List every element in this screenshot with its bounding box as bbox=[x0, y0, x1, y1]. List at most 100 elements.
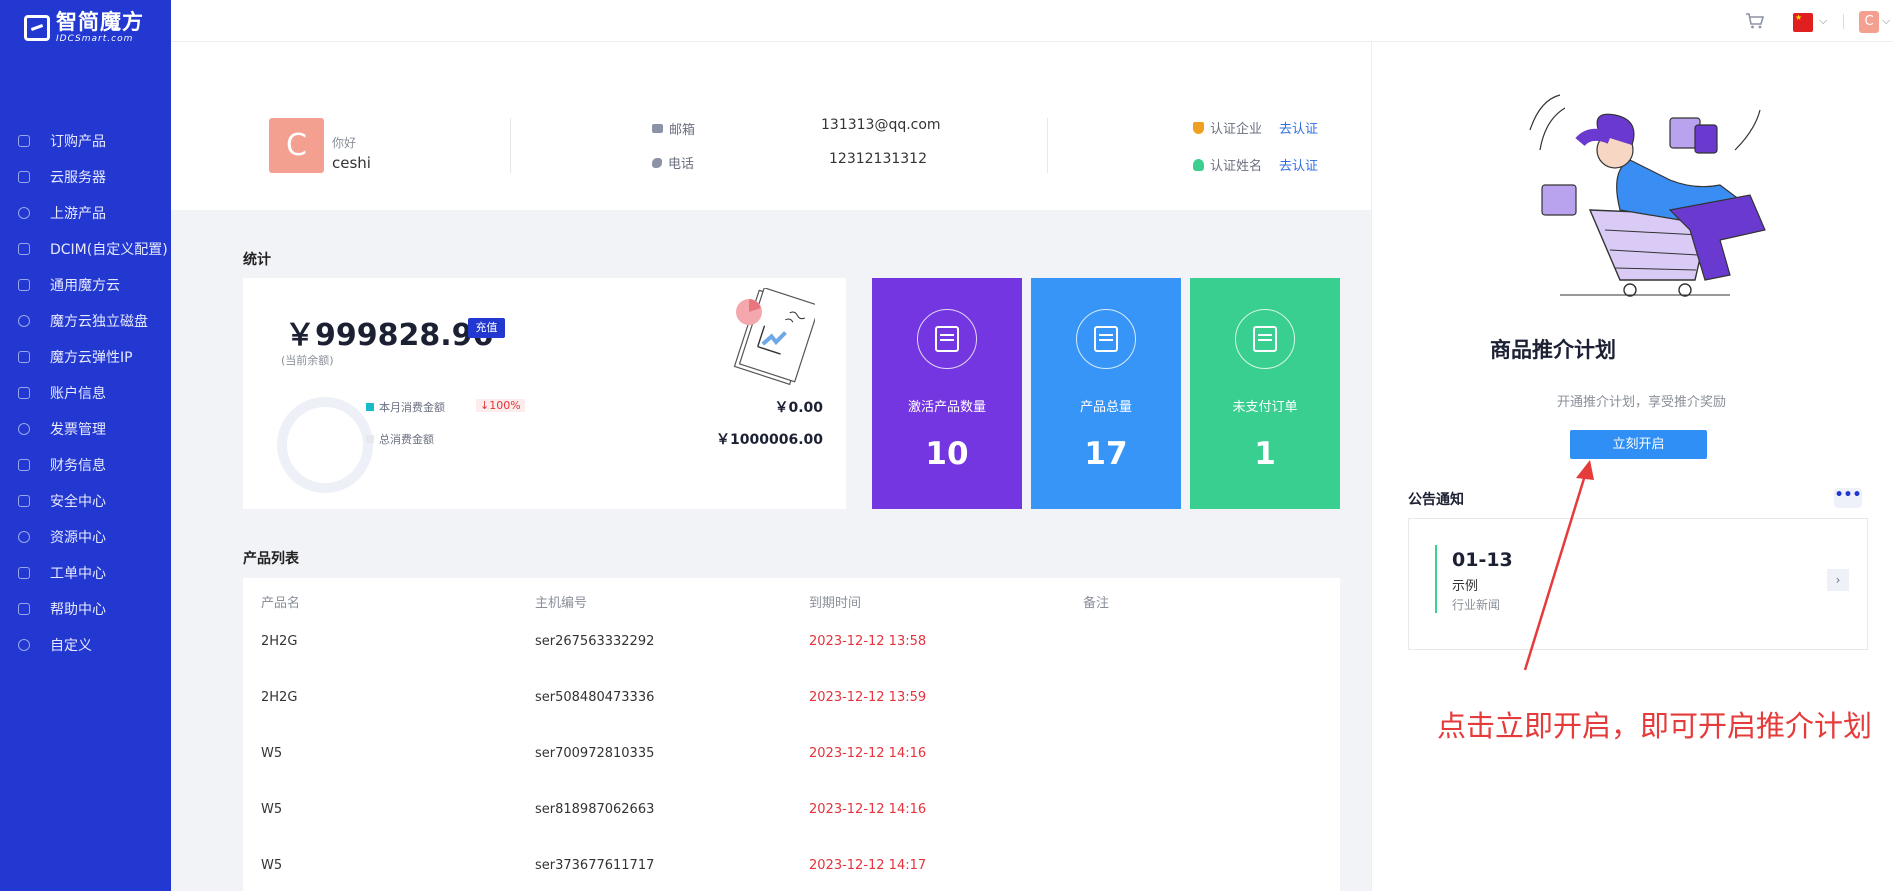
month-consumption-label: 本月消费金额 bbox=[379, 401, 445, 414]
sidebar-item-label: 发票管理 bbox=[50, 422, 106, 438]
tile-unpaid-orders[interactable]: 未支付订单 1 bbox=[1190, 278, 1340, 509]
sidebar-item-label: 财务信息 bbox=[50, 458, 106, 474]
shopping-cart-illustration bbox=[1529, 94, 1766, 297]
tile-value: 17 bbox=[1084, 436, 1128, 472]
column-header[interactable]: 到期时间 bbox=[809, 592, 861, 611]
cert-company-link[interactable]: 去认证 bbox=[1279, 118, 1318, 137]
enable-promo-button[interactable]: 立刻开启 bbox=[1570, 430, 1707, 459]
sidebar-item-2[interactable]: 上游产品 bbox=[0, 195, 171, 231]
cell-host: ser700972810335 bbox=[535, 746, 655, 761]
username: ceshi bbox=[332, 154, 371, 172]
cell-name: 2H2G bbox=[261, 634, 298, 649]
box-icon bbox=[18, 567, 30, 579]
cell-expire: 2023-12-12 14:16 bbox=[809, 746, 927, 761]
cloud-icon bbox=[18, 279, 30, 291]
cell-host: ser508480473336 bbox=[535, 690, 655, 705]
sidebar-item-1[interactable]: 云服务器 bbox=[0, 159, 171, 195]
user-avatar[interactable]: C bbox=[1859, 11, 1879, 33]
cell-host: ser267563332292 bbox=[535, 634, 655, 649]
brand-logo[interactable]: 智简魔方 IDCSmart.com bbox=[24, 12, 144, 44]
person-icon bbox=[1193, 158, 1204, 171]
cell-expire: 2023-12-12 13:59 bbox=[809, 690, 927, 705]
sidebar-item-4[interactable]: 通用魔方云 bbox=[0, 267, 171, 303]
product-table: 产品名 主机编号 到期时间 备注 2H2G ser267563332292 2023… bbox=[243, 578, 1340, 891]
table-row[interactable]: 2H2G ser267563332292 2023-12-12 13:58 bbox=[243, 614, 1340, 670]
logo-icon bbox=[24, 15, 50, 41]
balance-card: ￥999828.96 充值 (当前余额) 本月消费金额 ↓100% ￥0.00 … bbox=[243, 278, 846, 509]
column-header[interactable]: 备注 bbox=[1083, 592, 1109, 611]
cell-name: W5 bbox=[261, 746, 283, 761]
sidebar-item-0[interactable]: 订购产品 bbox=[0, 123, 171, 159]
cell-expire: 2023-12-12 14:17 bbox=[809, 858, 927, 873]
user-chevron-down-icon[interactable]: ⌵ bbox=[1882, 14, 1890, 28]
sidebar-item-11[interactable]: 资源中心 bbox=[0, 519, 171, 555]
cell-name: 2H2G bbox=[261, 690, 298, 705]
notice-item[interactable]: 01-13 示例 行业新闻 › bbox=[1408, 518, 1868, 650]
language-chevron-down-icon[interactable]: ⌵ bbox=[1819, 14, 1827, 28]
sidebar-item-9[interactable]: 财务信息 bbox=[0, 447, 171, 483]
sidebar-item-14[interactable]: 自定义 bbox=[0, 627, 171, 663]
more-options-icon[interactable]: ••• bbox=[1834, 488, 1862, 508]
column-header[interactable]: 主机编号 bbox=[535, 592, 587, 611]
email-label: 邮箱 bbox=[652, 119, 695, 138]
cloud-server-icon bbox=[18, 171, 30, 183]
table-row[interactable]: 2H2G ser508480473336 2023-12-12 13:59 bbox=[243, 670, 1340, 726]
info-icon bbox=[18, 639, 30, 651]
tile-active-products[interactable]: 激活产品数量 10 bbox=[872, 278, 1022, 509]
column-header[interactable]: 产品名 bbox=[261, 592, 300, 611]
china-flag-icon[interactable] bbox=[1793, 13, 1813, 32]
sidebar-item-label: 工单中心 bbox=[50, 566, 106, 582]
sidebar-item-13[interactable]: 帮助中心 bbox=[0, 591, 171, 627]
sidebar-item-label: DCIM(自定义配置) bbox=[50, 242, 168, 258]
total-consumption-label: 总消费金额 bbox=[379, 433, 434, 446]
table-row[interactable]: W5 ser373677611717 2023-12-12 14:17 bbox=[243, 838, 1340, 891]
sidebar-item-12[interactable]: 工单中心 bbox=[0, 555, 171, 591]
table-row[interactable]: W5 ser700972810335 2023-12-12 14:16 bbox=[243, 726, 1340, 782]
notice-title: 公告通知 bbox=[1408, 492, 1464, 508]
recharge-button[interactable]: 充值 bbox=[468, 318, 505, 338]
disk-icon bbox=[18, 315, 30, 327]
mail-icon bbox=[652, 124, 663, 133]
cart-icon bbox=[18, 135, 30, 147]
sidebar-item-label: 上游产品 bbox=[50, 206, 106, 222]
profile-avatar: C bbox=[269, 118, 324, 173]
table-row[interactable]: W5 ser818987062663 2023-12-12 14:16 bbox=[243, 782, 1340, 838]
notice-accent-bar bbox=[1435, 545, 1437, 613]
cert-name-link[interactable]: 去认证 bbox=[1279, 155, 1318, 174]
month-change-badge: ↓100% bbox=[476, 399, 525, 412]
sidebar-item-10[interactable]: 安全中心 bbox=[0, 483, 171, 519]
sidebar-item-label: 通用魔方云 bbox=[50, 278, 120, 294]
tile-value: 10 bbox=[925, 436, 969, 472]
balance-sub-label: (当前余额) bbox=[281, 354, 334, 367]
greeting-text: 你好 bbox=[332, 136, 357, 150]
email-value: 131313@qq.com bbox=[821, 117, 941, 133]
invoice-icon bbox=[18, 423, 30, 435]
sidebar-item-label: 账户信息 bbox=[50, 386, 106, 402]
cert-company-label: 认证企业 bbox=[1193, 118, 1262, 137]
sidebar-item-label: 帮助中心 bbox=[50, 602, 106, 618]
tile-total-products[interactable]: 产品总量 17 bbox=[1031, 278, 1181, 509]
tile-label: 未支付订单 bbox=[1232, 400, 1298, 415]
sidebar-item-7[interactable]: 账户信息 bbox=[0, 375, 171, 411]
tile-value: 1 bbox=[1254, 436, 1276, 472]
sidebar-nav: 订购产品 云服务器上游产品 DCIM(自定义配置) 通用魔方云魔方云独立磁盘 魔方云弹性… bbox=[0, 123, 171, 663]
stats-title: 统计 bbox=[243, 252, 271, 268]
sidebar-item-label: 安全中心 bbox=[50, 494, 106, 510]
phone-value: 12312131312 bbox=[829, 151, 927, 167]
help-icon bbox=[18, 603, 30, 615]
notice-name: 示例 bbox=[1452, 579, 1479, 594]
top-bar: ⌵ C ⌵ bbox=[171, 0, 1893, 42]
user-card-icon bbox=[18, 387, 30, 399]
promo-description: 开通推介计划，享受推介奖励 bbox=[1557, 395, 1727, 410]
shopping-cart-icon[interactable] bbox=[1745, 13, 1765, 29]
sidebar-item-3[interactable]: DCIM(自定义配置) bbox=[0, 231, 171, 267]
ip-icon bbox=[18, 351, 30, 363]
sidebar-item-5[interactable]: 魔方云独立磁盘 bbox=[0, 303, 171, 339]
server-list-icon bbox=[1076, 309, 1136, 369]
sidebar-item-8[interactable]: 发票管理 bbox=[0, 411, 171, 447]
shield-icon bbox=[1193, 121, 1204, 134]
sidebar-item-6[interactable]: 魔方云弹性IP bbox=[0, 339, 171, 375]
chevron-right-icon[interactable]: › bbox=[1827, 569, 1849, 591]
tile-label: 产品总量 bbox=[1079, 400, 1132, 415]
tile-label: 激活产品数量 bbox=[907, 400, 986, 415]
